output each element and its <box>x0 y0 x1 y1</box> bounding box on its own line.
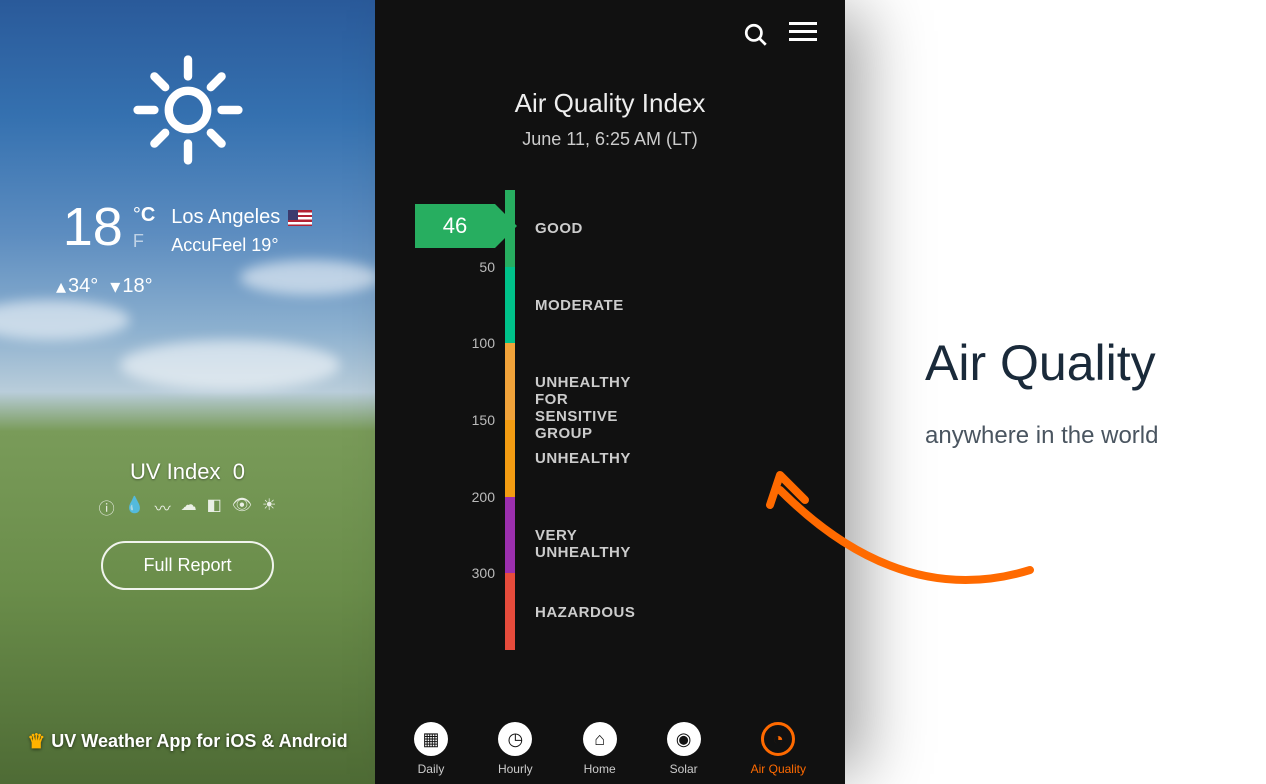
aqi-panel: Air Quality Index June 11, 6:25 AM (LT) … <box>375 0 845 784</box>
nav-label: Air Quality <box>751 762 806 776</box>
aqi-segment <box>505 420 515 497</box>
accufeel-label: AccuFeel 19° <box>171 235 312 256</box>
aqi-timestamp: June 11, 6:25 AM (LT) <box>375 129 845 150</box>
aqi-segment-label: UNHEALTHY <box>535 450 631 467</box>
degree-symbol: °C <box>133 204 155 227</box>
high-temp: 34° <box>68 275 98 298</box>
cloud-decor <box>0 300 130 340</box>
sun-icon <box>128 50 248 170</box>
uv-block: UV Index 0 ⓘ 💧 〰 ☁ ◧ 👁 ☀ Full Report <box>99 459 277 590</box>
weather-panel: 18 °C F Los Angeles AccuFeel 19° ▴34° ▾1… <box>0 0 375 784</box>
cloud-decor <box>120 340 340 390</box>
aqi-segment <box>505 267 515 344</box>
nav-item-home[interactable]: ⌂ Home <box>583 722 617 776</box>
callout-panel: Air Quality anywhere in the world <box>845 0 1266 784</box>
aqi-segment-label: HAZARDOUS <box>535 604 635 621</box>
aqi-segment <box>505 573 515 650</box>
callout-title: Air Quality <box>925 334 1266 392</box>
aqi-segment <box>505 190 515 267</box>
sunrise-icon[interactable]: ☀ <box>262 495 276 519</box>
unit-toggle[interactable]: °C F <box>133 204 155 252</box>
uv-index-value: 0 <box>233 459 245 484</box>
nav-label: Daily <box>418 762 445 776</box>
bottom-nav: ▦ Daily ◷ Hourly ⌂ Home ◉ Solar ◔ Air Quality <box>375 712 845 784</box>
temp-row: 18 °C F Los Angeles AccuFeel 19° <box>63 200 313 256</box>
current-temp: 18 <box>63 200 123 254</box>
menu-icon[interactable] <box>789 22 817 48</box>
cloud-icon[interactable]: ☁ <box>181 495 197 519</box>
high-arrow-icon: ▴ <box>56 274 66 299</box>
location-block: Los Angeles AccuFeel 19° <box>171 206 312 256</box>
crown-icon: ♛ <box>27 729 45 754</box>
nav-label: Solar <box>670 762 698 776</box>
nav-icon: ◔ <box>761 722 795 756</box>
pressure-icon[interactable]: ◧ <box>207 495 222 519</box>
info-icon[interactable]: ⓘ <box>99 495 115 519</box>
aqi-tick: 200 <box>472 489 495 505</box>
aqi-segment-label: MODERATE <box>535 297 624 314</box>
low-arrow-icon: ▾ <box>110 274 120 299</box>
aqi-segment-label: UNHEALTHY FOR SENSITIVE GROUP <box>535 374 631 442</box>
aqi-segment <box>505 497 515 574</box>
nav-label: Hourly <box>498 762 533 776</box>
aqi-header <box>375 0 845 48</box>
search-icon[interactable] <box>743 22 769 48</box>
low-temp: 18° <box>122 275 152 298</box>
full-report-button[interactable]: Full Report <box>101 541 273 590</box>
aqi-title: Air Quality Index <box>375 88 845 119</box>
aqi-tick: 50 <box>479 259 495 275</box>
aqi-tick: 100 <box>472 335 495 351</box>
nav-item-hourly[interactable]: ◷ Hourly <box>498 722 533 776</box>
aqi-tick: 300 <box>472 565 495 581</box>
high-low: ▴34° ▾18° <box>56 274 153 299</box>
nav-item-solar[interactable]: ◉ Solar <box>667 722 701 776</box>
nav-icon: ⌂ <box>583 722 617 756</box>
promo-banner[interactable]: ♛ UV Weather App for iOS & Android <box>0 729 375 754</box>
unit-f[interactable]: F <box>133 231 155 252</box>
nav-label: Home <box>584 762 616 776</box>
nav-item-daily[interactable]: ▦ Daily <box>414 722 448 776</box>
location-name: Los Angeles <box>171 206 280 229</box>
aqi-segment <box>505 343 515 420</box>
promo-text: UV Weather App for iOS & Android <box>51 731 347 752</box>
nav-item-air-quality[interactable]: ◔ Air Quality <box>751 722 806 776</box>
nav-icon: ◉ <box>667 722 701 756</box>
aqi-segment-label: GOOD <box>535 220 583 237</box>
nav-icon: ▦ <box>414 722 448 756</box>
cloud-decor <box>240 260 380 295</box>
flag-icon <box>288 210 312 226</box>
uv-index-label: UV Index <box>130 459 221 484</box>
droplet-icon[interactable]: 💧 <box>125 495 145 519</box>
wind-icon[interactable]: 〰 <box>155 495 171 519</box>
visibility-icon[interactable]: 👁 <box>232 495 252 519</box>
nav-icon: ◷ <box>498 722 532 756</box>
detail-icon-row[interactable]: ⓘ 💧 〰 ☁ ◧ 👁 ☀ <box>99 495 277 519</box>
aqi-current-pointer: 46 <box>415 204 495 248</box>
arrow-icon <box>750 430 1050 630</box>
aqi-tick: 150 <box>472 412 495 428</box>
aqi-segment-label: VERY UNHEALTHY <box>535 527 631 561</box>
